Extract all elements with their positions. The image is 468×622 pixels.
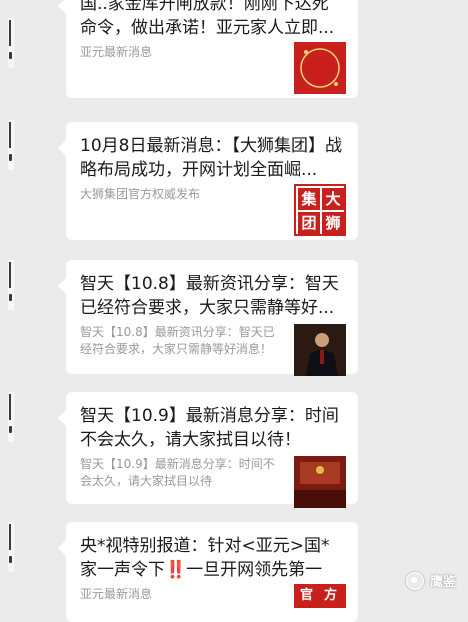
article-card[interactable]: 智天【10.8】最新资讯分享：智天已经符合要求，大家只需静等好... 智天【10… (58, 260, 358, 376)
sender-avatar[interactable] (0, 120, 14, 170)
conference-hall-icon (294, 456, 346, 508)
article-thumbnail (294, 324, 346, 376)
article-title: 央*视特别报道：针对<亚元>国*家一声令下‼️一旦开网领先第一 (80, 536, 330, 580)
thumbnail-char: 集 (298, 188, 320, 210)
watermark: 鹰鉴 (405, 571, 456, 590)
article-source: 亚元最新消息 (80, 45, 153, 59)
sender-avatar[interactable] (0, 18, 14, 68)
article-summary: 智天【10.8】最新资讯分享：智天已经符合要求，大家只需静等好消息！ (80, 325, 275, 356)
article-card[interactable]: 10月8日最新消息：【大狮集团】战略布局成功，开网计划全面崛... 大狮集团官方… (58, 122, 358, 240)
article-title: 国..家金库开闸放款！刚刚下达死命令，做出承诺！亚元家人立即... (80, 0, 335, 38)
article-card[interactable]: 央*视特别报道：针对<亚元>国*家一声令下‼️一旦开网领先第一 亚元最新消息 官… (58, 522, 358, 622)
sender-avatar[interactable] (0, 392, 14, 442)
thumbnail-char: 官 (300, 588, 314, 603)
article-thumbnail (294, 42, 346, 94)
article-card[interactable]: 智天【10.9】最新消息分享：时间不会太久，请大家拭目以待！ 智天【10.9】最… (58, 392, 358, 508)
article-title: 10月8日最新消息：【大狮集团】战略布局成功，开网计划全面崛... (80, 136, 342, 180)
sender-avatar[interactable] (0, 522, 14, 572)
article-summary: 智天【10.9】最新消息分享：时间不会太久，请大家拭目以待 (80, 457, 275, 488)
article-thumbnail: 集 大 团 狮 (294, 184, 346, 236)
article-source: 亚元最新消息 (80, 587, 153, 601)
article-card[interactable]: 国..家金库开闸放款！刚刚下达死命令，做出承诺！亚元家人立即... 亚元最新消息 (58, 0, 358, 98)
thumbnail-char: 团 (298, 212, 320, 234)
thumbnail-char: 方 (324, 588, 338, 603)
sender-avatar[interactable] (0, 260, 14, 310)
thumbnail-char: 大 (322, 188, 344, 210)
article-title: 智天【10.9】最新消息分享：时间不会太久，请大家拭目以待！ (80, 406, 339, 450)
logo-icon (405, 571, 424, 590)
article-thumbnail (294, 456, 346, 508)
thumbnail-char: 狮 (322, 212, 344, 234)
celebration-seal-icon (294, 42, 346, 94)
article-title: 智天【10.8】最新资讯分享：智天已经符合要求，大家只需静等好... (80, 274, 339, 318)
watermark-text: 鹰鉴 (429, 575, 456, 590)
article-source: 大狮集团官方权威发布 (80, 187, 201, 201)
article-thumbnail: 官 方 (294, 584, 346, 608)
person-photo-icon (294, 324, 346, 376)
